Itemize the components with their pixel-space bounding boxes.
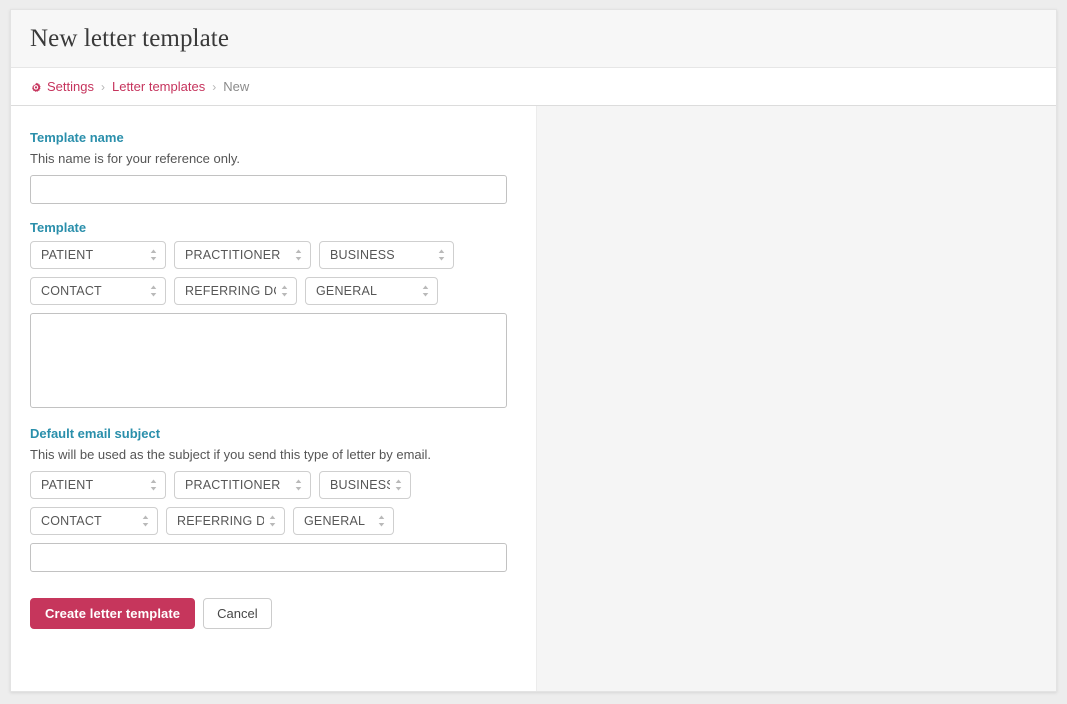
breadcrumb-separator: › [212, 80, 216, 94]
select-template-practitioner[interactable]: PRACTITIONER [174, 241, 311, 269]
page-body: Template name This name is for your refe… [11, 106, 1056, 692]
gear-icon [30, 82, 42, 94]
page-title: New letter template [30, 26, 229, 51]
select-label: REFERRING DOCT [177, 514, 264, 528]
select-template-patient[interactable]: PATIENT [30, 241, 166, 269]
select-label: BUSINESS [330, 478, 390, 492]
select-label: CONTACT [41, 514, 102, 528]
default-email-subject-help: This will be used as the subject if you … [30, 447, 536, 463]
cancel-button[interactable]: Cancel [203, 598, 271, 629]
breadcrumb-separator: › [101, 80, 105, 94]
select-subject-general[interactable]: GENERAL [293, 507, 394, 535]
chevron-updown-icon [268, 514, 277, 528]
select-label: PATIENT [41, 478, 93, 492]
template-section: Template PATIENT PRACTITIONER [30, 220, 536, 408]
chevron-updown-icon [437, 248, 446, 262]
template-name-label: Template name [30, 130, 536, 146]
template-body-textarea[interactable] [30, 313, 507, 408]
select-template-referring-doctor[interactable]: REFERRING DOCT [174, 277, 297, 305]
chevron-updown-icon [394, 478, 403, 492]
default-email-subject-section: Default email subject This will be used … [30, 426, 536, 572]
breadcrumb-item-new: New [223, 79, 249, 94]
preview-panel [536, 106, 1056, 692]
breadcrumb-item-letter-templates[interactable]: Letter templates [112, 79, 205, 94]
select-template-business[interactable]: BUSINESS [319, 241, 454, 269]
select-subject-business[interactable]: BUSINESS [319, 471, 411, 499]
template-name-input[interactable] [30, 175, 507, 204]
page-header: New letter template [11, 10, 1056, 68]
template-name-section: Template name This name is for your refe… [30, 130, 536, 204]
chevron-updown-icon [377, 514, 386, 528]
form-actions: Create letter template Cancel [30, 598, 536, 629]
select-template-general[interactable]: GENERAL [305, 277, 438, 305]
select-subject-patient[interactable]: PATIENT [30, 471, 166, 499]
select-subject-referring-doctor[interactable]: REFERRING DOCT [166, 507, 285, 535]
template-merge-field-row-2: CONTACT REFERRING DOCT GENERAL [30, 277, 536, 305]
select-label: BUSINESS [330, 248, 395, 262]
select-template-contact[interactable]: CONTACT [30, 277, 166, 305]
template-name-help: This name is for your reference only. [30, 151, 536, 167]
create-letter-template-button[interactable]: Create letter template [30, 598, 195, 629]
default-email-subject-label: Default email subject [30, 426, 536, 442]
email-subject-merge-field-row-1: PATIENT PRACTITIONER BUSINESS [30, 471, 536, 499]
chevron-updown-icon [421, 284, 430, 298]
template-label: Template [30, 220, 536, 236]
chevron-updown-icon [294, 478, 303, 492]
select-label: PRACTITIONER [185, 248, 280, 262]
letter-template-form: Template name This name is for your refe… [11, 106, 536, 692]
chevron-updown-icon [141, 514, 150, 528]
breadcrumb: Settings › Letter templates › New [11, 68, 1056, 106]
chevron-updown-icon [149, 478, 158, 492]
template-merge-field-row-1: PATIENT PRACTITIONER BUSINESS [30, 241, 536, 269]
breadcrumb-item-settings[interactable]: Settings [47, 79, 94, 94]
email-subject-merge-field-row-2: CONTACT REFERRING DOCT GENERAL [30, 507, 536, 535]
select-subject-contact[interactable]: CONTACT [30, 507, 158, 535]
chevron-updown-icon [149, 248, 158, 262]
select-label: REFERRING DOCT [185, 284, 276, 298]
chevron-updown-icon [280, 284, 289, 298]
select-label: PRACTITIONER [185, 478, 280, 492]
select-label: CONTACT [41, 284, 102, 298]
chevron-updown-icon [149, 284, 158, 298]
select-label: PATIENT [41, 248, 93, 262]
select-label: GENERAL [316, 284, 377, 298]
page-card: New letter template Settings › Letter te… [10, 9, 1057, 692]
chevron-updown-icon [294, 248, 303, 262]
default-email-subject-input[interactable] [30, 543, 507, 572]
select-subject-practitioner[interactable]: PRACTITIONER [174, 471, 311, 499]
select-label: GENERAL [304, 514, 365, 528]
